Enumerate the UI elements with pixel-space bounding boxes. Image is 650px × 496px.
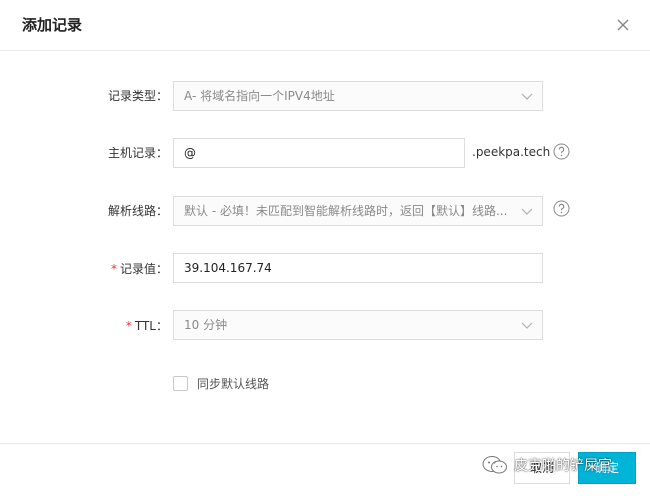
record-type-label: 记录类型： [107, 89, 168, 103]
host-record-label: 主机记录： [107, 146, 168, 160]
help-icon[interactable] [553, 143, 570, 160]
record-value-label: * 记录值： [110, 262, 168, 276]
sync-checkbox[interactable] [173, 375, 188, 391]
record-value-input[interactable]: 39.104.167.74 [173, 253, 543, 283]
sync-default-line-option[interactable]: 同步默认线路 [173, 374, 269, 392]
cancel-button[interactable]: 取消 [514, 452, 570, 484]
host-record-input[interactable]: @ [173, 138, 465, 168]
record-type-select[interactable]: A- 将域名指向一个IPV4地址 [173, 81, 543, 111]
required-mark: * [110, 262, 117, 276]
dialog-title: 添加记录 [22, 16, 83, 34]
chevron-down-icon [521, 208, 533, 215]
resolution-line-label: 解析线路： [107, 204, 168, 218]
resolution-line-value: 默认 - 必填！未匹配到智能解析线路时，返回【默认】线路... [184, 204, 508, 218]
close-icon[interactable] [612, 14, 634, 36]
record-value-text: 39.104.167.74 [184, 261, 272, 275]
ttl-label: * TTL： [125, 319, 168, 333]
ttl-select[interactable]: 10 分钟 [173, 310, 543, 340]
required-mark: * [125, 319, 132, 333]
chevron-down-icon [521, 93, 533, 100]
ok-button[interactable]: 确定 [578, 452, 636, 484]
help-icon[interactable] [553, 200, 570, 217]
dialog-header: 添加记录 [0, 0, 650, 51]
host-record-value: @ [184, 146, 196, 160]
chevron-down-icon [521, 322, 533, 329]
ttl-value: 10 分钟 [184, 318, 228, 332]
sync-checkbox-label: 同步默认线路 [197, 376, 270, 391]
record-type-value: A- 将域名指向一个IPV4地址 [184, 89, 335, 103]
domain-suffix: .peekpa.tech [472, 145, 551, 159]
resolution-line-select[interactable]: 默认 - 必填！未匹配到智能解析线路时，返回【默认】线路... [173, 196, 543, 226]
